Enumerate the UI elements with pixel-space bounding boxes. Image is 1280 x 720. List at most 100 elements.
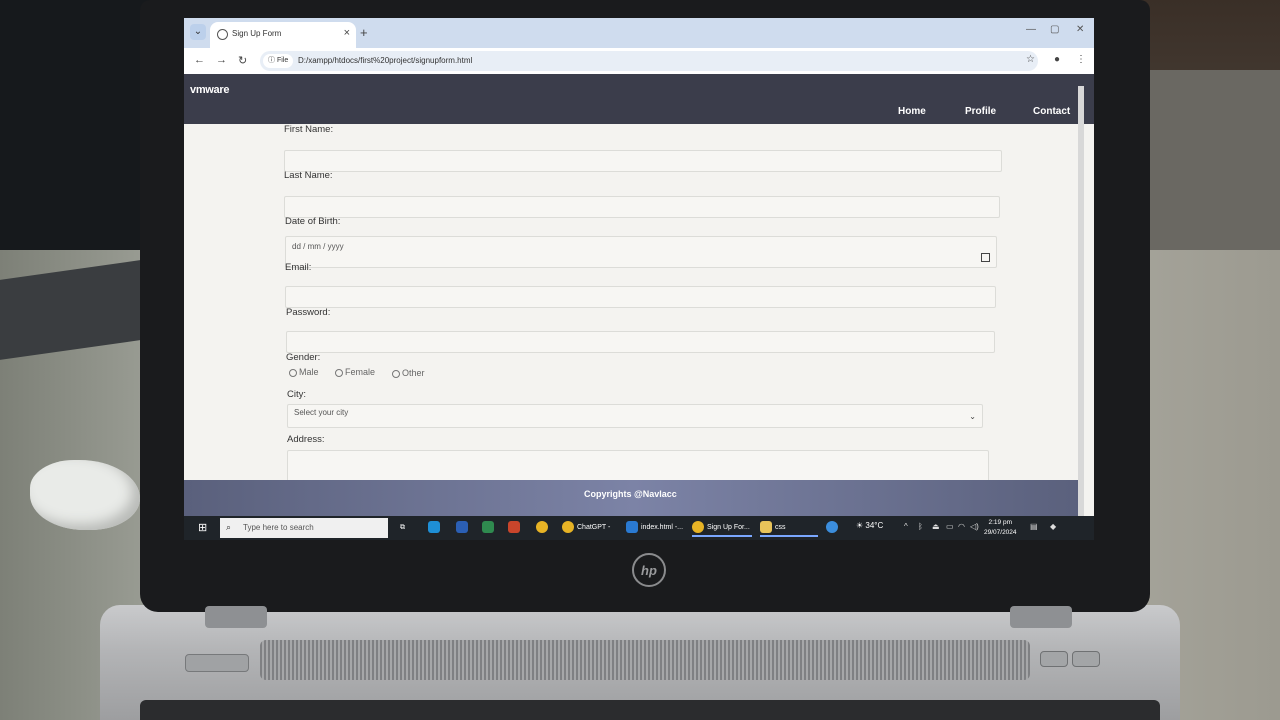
last-name-input[interactable]	[284, 196, 1000, 218]
taskbar-search-placeholder: Type here to search	[243, 523, 314, 532]
gender-radio-male[interactable]: Male	[289, 367, 319, 377]
bookmark-star-icon[interactable]: ☆	[1026, 54, 1035, 65]
taskbar-app-vscode[interactable]: index.html -...	[626, 519, 686, 537]
taskbar-app-chatgpt[interactable]: ChatGPT - G...	[562, 519, 622, 537]
profile-icon[interactable]: ●	[1054, 54, 1060, 65]
battery-icon[interactable]: ▭	[946, 522, 954, 531]
footer-copyright: Copyrights @Navlacc	[584, 489, 677, 499]
gender-label: Gender:	[286, 352, 321, 363]
windows-start-icon[interactable]: ⊞	[198, 521, 207, 534]
excel-icon[interactable]	[482, 519, 497, 537]
taskbar-app-label: index.html -...	[641, 524, 684, 531]
laptop-function-button	[1040, 651, 1068, 667]
web-page: vmware Home Profile Contact First Name: …	[184, 74, 1094, 526]
tab-search-chevron-icon[interactable]: ⌄	[190, 24, 206, 40]
browser-tab-bar: ⌄ Sign Up Form × + — ▢ ✕	[184, 18, 1094, 48]
signup-form: First Name: Last Name: Date of Birth: dd…	[184, 124, 1084, 484]
address-textarea[interactable]	[287, 450, 989, 482]
active-app-indicator	[692, 535, 752, 537]
search-icon: ⌕	[226, 522, 232, 532]
nav-profile-link[interactable]: Profile	[965, 106, 996, 117]
edge-icon[interactable]	[428, 519, 443, 537]
file-info-chip[interactable]: ⓘ File	[263, 54, 294, 68]
gender-option-label: Male	[299, 367, 319, 377]
tray-chevron-up-icon[interactable]: ^	[904, 522, 908, 531]
site-navbar: vmware Home Profile Contact	[184, 74, 1094, 124]
back-arrow-icon[interactable]: ←	[194, 54, 205, 66]
hp-logo: hp	[632, 553, 666, 587]
laptop-hinge-left	[205, 606, 267, 628]
new-tab-button[interactable]: +	[360, 25, 368, 40]
taskbar-search-box[interactable]: ⌕ Type here to search	[220, 518, 388, 538]
calendar-icon[interactable]	[981, 253, 990, 262]
page-scrollbar[interactable]	[1078, 86, 1084, 526]
browser-toolbar: ← → ↻ ⓘ File D:/xampp/htdocs/first%20pro…	[184, 48, 1094, 74]
forward-arrow-icon[interactable]: →	[216, 54, 227, 66]
laptop-power-button	[185, 654, 249, 672]
last-name-label: Last Name:	[284, 170, 333, 181]
tab-title: Sign Up Form	[232, 29, 282, 38]
laptop-hinge-right	[1010, 606, 1072, 628]
system-clock[interactable]: 2:19 pm 29/07/2024	[984, 518, 1017, 538]
notification-icon[interactable]: ▤	[1030, 522, 1038, 531]
address-label: Address:	[287, 434, 325, 445]
laptop-keyboard-row	[140, 700, 1160, 720]
dob-date-input[interactable]: dd / mm / yyyy	[285, 236, 997, 268]
radio-circle-icon	[335, 368, 343, 377]
volume-icon[interactable]: ◁)	[970, 522, 979, 531]
laptop-function-button	[1072, 651, 1100, 667]
reload-icon[interactable]: ↻	[238, 54, 247, 67]
address-bar[interactable]: ⓘ File D:/xampp/htdocs/first%20project/s…	[260, 51, 1038, 71]
gender-option-label: Other	[402, 368, 425, 378]
gender-radio-female[interactable]: Female	[335, 367, 375, 377]
minimize-icon[interactable]: —	[1026, 24, 1036, 35]
browser-tab[interactable]: Sign Up Form ×	[210, 22, 356, 48]
copilot-icon[interactable]: ◆	[1050, 522, 1056, 531]
radio-circle-icon	[392, 369, 400, 378]
task-view-icon[interactable]: ⧉	[400, 519, 405, 537]
chrome-icon[interactable]	[536, 519, 551, 537]
powerpoint-icon[interactable]	[508, 519, 523, 537]
password-label: Password:	[286, 307, 331, 318]
taskbar-app-label: css	[775, 524, 786, 531]
laptop-speaker-grille	[260, 640, 1030, 680]
url-text: D:/xampp/htdocs/first%20project/signupfo…	[298, 56, 473, 65]
email-input[interactable]	[285, 286, 996, 308]
first-name-input[interactable]	[284, 150, 1002, 172]
password-input[interactable]	[286, 331, 995, 353]
file-chip-label: File	[276, 57, 289, 64]
email-label: Email:	[285, 262, 312, 273]
help-icon[interactable]	[826, 519, 841, 537]
city-placeholder: Select your city	[294, 408, 349, 417]
vmware-logo[interactable]: vmware	[190, 84, 229, 96]
window-close-icon[interactable]: ✕	[1076, 24, 1084, 35]
gender-radio-other[interactable]: Other	[392, 368, 425, 378]
nav-contact-link[interactable]: Contact	[1033, 106, 1070, 117]
weather-widget[interactable]: ☀ 34°C	[856, 521, 883, 530]
taskbar-app-css-folder[interactable]: css	[760, 519, 818, 537]
wifi-icon[interactable]: ◠	[958, 522, 965, 531]
word-icon[interactable]	[456, 519, 471, 537]
tab-close-icon[interactable]: ×	[344, 27, 350, 39]
bluetooth-icon[interactable]: ᛒ	[918, 522, 923, 531]
chevron-down-icon: ⌄	[969, 412, 976, 421]
taskbar-app-label: Sign Up For...	[707, 524, 750, 531]
menu-kebab-icon[interactable]: ⋮	[1076, 54, 1086, 65]
clock-date: 29/07/2024	[984, 529, 1017, 536]
laptop-screen: ⌄ Sign Up Form × + — ▢ ✕ ← → ↻ ⓘ File D:…	[184, 18, 1094, 540]
clock-time: 2:19 pm	[988, 519, 1013, 526]
active-app-indicator	[760, 535, 818, 537]
radio-circle-icon	[289, 368, 297, 377]
dob-placeholder: dd / mm / yyyy	[292, 242, 344, 251]
city-select[interactable]: Select your city ⌄	[287, 404, 983, 428]
first-name-label: First Name:	[284, 124, 334, 135]
maximize-icon[interactable]: ▢	[1050, 24, 1059, 35]
globe-icon	[217, 29, 228, 40]
city-label: City:	[287, 389, 306, 400]
windows-taskbar: ⊞ ⌕ Type here to search ⧉ ChatGPT - G...…	[184, 516, 1094, 540]
taskbar-app-signup[interactable]: Sign Up For...	[692, 519, 752, 537]
nav-home-link[interactable]: Home	[898, 106, 926, 117]
usb-icon[interactable]: ⏏	[932, 522, 940, 531]
gender-option-label: Female	[345, 367, 376, 377]
temperature-text: 34°C	[865, 521, 884, 530]
